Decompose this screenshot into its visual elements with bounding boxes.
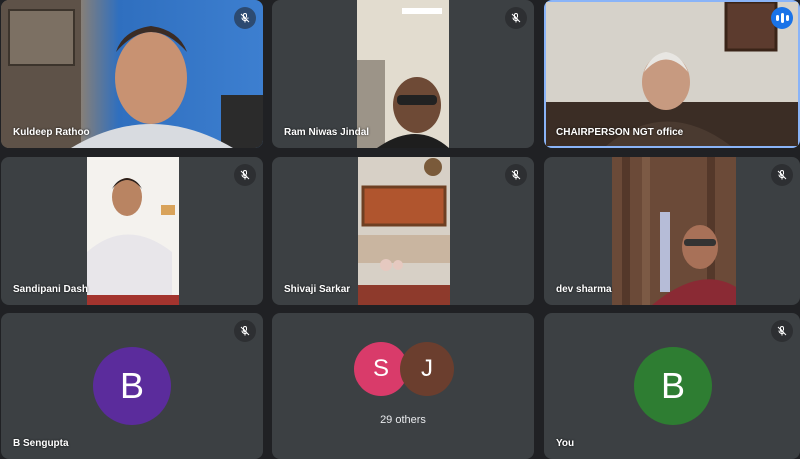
participant-name: Kuldeep Rathoo xyxy=(13,127,90,138)
participant-video xyxy=(546,2,798,146)
participant-name: Ram Niwas Jindal xyxy=(284,127,370,138)
participant-name: Sandipani Dash xyxy=(13,284,89,295)
participant-name: CHAIRPERSON NGT office xyxy=(556,127,684,138)
participant-name: Shivaji Sarkar xyxy=(284,284,351,295)
mic-off-icon xyxy=(234,7,256,29)
mic-off-icon xyxy=(771,164,793,186)
participant-tile-kuldeep-rathoo[interactable]: Kuldeep Rathoo xyxy=(1,0,263,148)
participant-name: You xyxy=(556,438,575,449)
participant-tile-shivaji-sarkar[interactable]: Shivaji Sarkar xyxy=(272,157,534,305)
avatar: B xyxy=(634,347,712,425)
participant-video xyxy=(1,0,263,148)
avatar: J xyxy=(400,342,454,396)
mic-off-icon xyxy=(771,320,793,342)
participant-name: B Sengupta xyxy=(13,438,69,449)
participant-tile-chairperson-ngt-office[interactable]: CHAIRPERSON NGT office xyxy=(544,0,800,148)
mic-off-icon xyxy=(234,164,256,186)
participant-tile-you[interactable]: B You xyxy=(544,313,800,459)
participant-tile-b-sengupta[interactable]: B B Sengupta xyxy=(1,313,263,459)
participant-tile-others[interactable]: S J 29 others xyxy=(272,313,534,459)
mic-off-icon xyxy=(505,7,527,29)
speaking-indicator-icon xyxy=(771,7,793,29)
participant-video xyxy=(358,157,450,305)
mic-off-icon xyxy=(505,164,527,186)
participant-video xyxy=(87,157,179,305)
others-count-label: 29 others xyxy=(380,414,426,426)
participant-video xyxy=(612,157,736,305)
participant-tile-ram-niwas-jindal[interactable]: Ram Niwas Jindal xyxy=(272,0,534,148)
avatar: B xyxy=(93,347,171,425)
participant-tile-dev-sharma[interactable]: dev sharma xyxy=(544,157,800,305)
participant-name: dev sharma xyxy=(556,284,612,295)
participant-video xyxy=(357,0,449,148)
mic-off-icon xyxy=(234,320,256,342)
participant-tile-sandipani-dash[interactable]: Sandipani Dash xyxy=(1,157,263,305)
